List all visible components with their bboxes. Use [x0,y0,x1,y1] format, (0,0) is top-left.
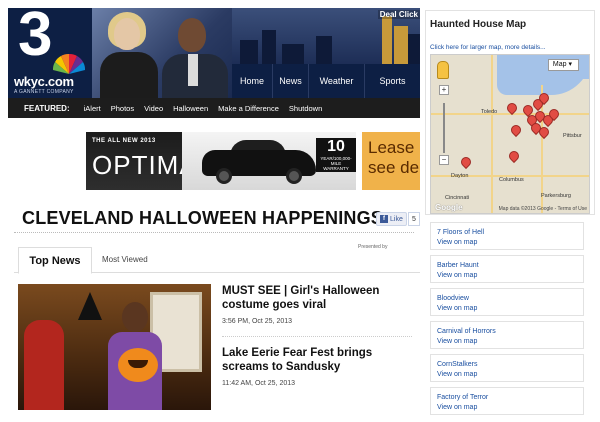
page-title: CLEVELAND HALLOWEEN HAPPENINGS [22,208,384,228]
ad-small-text: THE ALL NEW 2013 [92,138,156,144]
facebook-like-button[interactable]: f Like [376,212,407,226]
deal-click-link[interactable]: Deal Click [377,10,420,19]
map-city-label: Toledo [481,109,498,115]
ad-see-text: see de [368,158,420,177]
haunted-house-item[interactable]: Factory of Terror View on map [430,387,584,415]
site-header: 3 wkyc.com A GANNETT COMPANY Deal Click … [8,8,420,98]
nav-news[interactable]: News [272,64,308,98]
haunted-house-item[interactable]: 7 Floors of Hell View on map [430,222,584,250]
city-skyline-image: Deal Click [232,8,420,70]
featured-bar: FEATURED: iAlert Photos Video Halloween … [8,98,420,118]
larger-map-link[interactable]: Click here for larger map, more details.… [430,44,546,51]
map-pin[interactable] [506,148,522,164]
tab-top-news[interactable]: Top News [18,247,92,274]
main-nav: Home News Weather Sports [232,64,420,98]
map-city-label: Columbus [499,177,524,183]
haunted-house-item[interactable]: Barber Haunt View on map [430,255,584,283]
logo-channel-number: 3 [18,8,53,69]
news-timestamp-1: 3:56 PM, Oct 25, 2013 [222,318,293,325]
news-headline-2[interactable]: Lake Eerie Fear Fest brings screams to S… [222,346,412,374]
map-city-label: Parkersburg [541,193,571,199]
haunted-house-item[interactable]: Carnival of Horrors View on map [430,321,584,349]
map-pin[interactable] [458,154,474,170]
news-anchors-image [92,8,232,98]
nav-home[interactable]: Home [232,64,272,98]
news-timestamp-2: 11:42 AM, Oct 25, 2013 [222,380,296,387]
page: 3 wkyc.com A GANNETT COMPANY Deal Click … [0,0,600,422]
facebook-icon: f [380,215,388,223]
featured-ialert[interactable]: iAlert [84,104,101,113]
nav-weather[interactable]: Weather [308,64,364,98]
featured-shutdown[interactable]: Shutdown [289,104,322,113]
featured-label: FEATURED: [24,103,70,113]
news-headline-1[interactable]: MUST SEE | Girl's Halloween costume goes… [222,284,412,312]
halloween-costume-photo[interactable] [18,284,211,410]
street-view-pegman-icon[interactable] [437,61,449,79]
warranty-badge: 10 YEAR/100,000-MILE WARRANTY [316,138,356,172]
nbc-peacock-icon [52,53,86,74]
ad-lease-text: Lease [368,138,415,157]
map-city-label: Dayton [451,173,469,179]
map-credit[interactable]: Map data ©2013 Google - Terms of Use [499,206,587,212]
haunted-house-map-panel: Haunted House Map Click here for larger … [425,10,595,215]
tab-most-viewed[interactable]: Most Viewed [102,255,148,264]
map-type-selector[interactable]: Map ▾ [547,59,579,71]
news-tabs: Top News Most Viewed [14,247,420,274]
featured-make-a-difference[interactable]: Make a Difference [218,104,279,113]
wkyc-logo[interactable]: 3 wkyc.com A GANNETT COMPANY [8,8,92,98]
featured-video[interactable]: Video [144,104,163,113]
featured-photos[interactable]: Photos [111,104,134,113]
google-map[interactable]: + − Map ▾ Toledo Pittsbur Dayton Columbu… [430,54,590,214]
featured-halloween[interactable]: Halloween [173,104,208,113]
google-logo: Google [435,203,463,212]
map-pin[interactable] [508,122,524,138]
zoom-in-button[interactable]: + [439,85,449,95]
kia-optima-ad[interactable]: THE ALL NEW 2013 OPTIMA 10 YEAR/100,000-… [86,132,420,190]
news-divider [222,336,412,337]
like-count: 5 [408,212,420,226]
map-city-label: Pittsbur [563,133,582,139]
logo-tagline: A GANNETT COMPANY [14,89,74,95]
nav-sports[interactable]: Sports [364,64,420,98]
haunted-house-item[interactable]: Bloodview View on map [430,288,584,316]
haunted-house-item[interactable]: CornStalkers View on map [430,354,584,382]
zoom-out-button[interactable]: − [439,155,449,165]
logo-wordmark: wkyc.com [14,74,74,89]
map-city-label: Cincinnati [445,195,470,201]
map-title: Haunted House Map [430,19,527,30]
title-divider [14,232,414,233]
